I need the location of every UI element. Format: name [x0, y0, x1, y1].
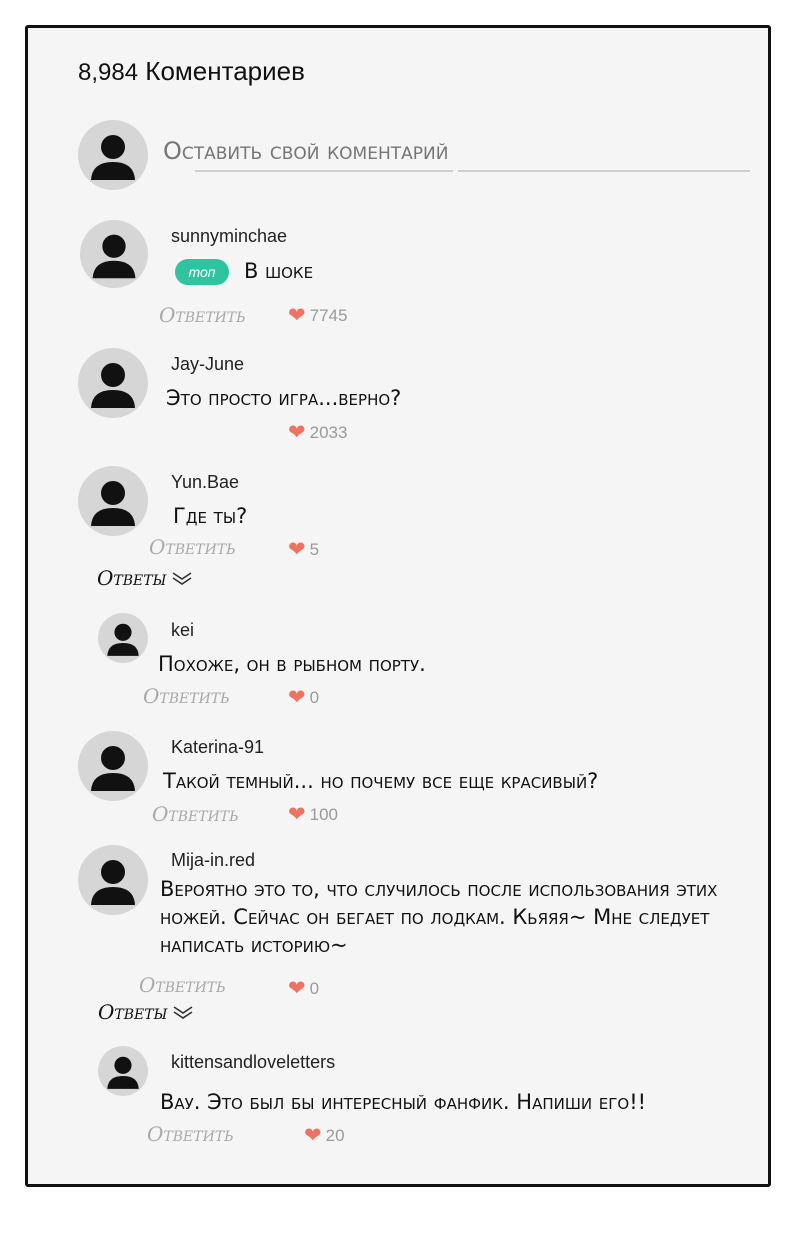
- heart-icon: ❤: [304, 1124, 322, 1147]
- top-badge: топ: [175, 259, 229, 285]
- heart-icon: ❤: [288, 421, 306, 444]
- comments-title: Коментариев: [145, 56, 305, 86]
- like-button[interactable]: ❤ 5: [288, 539, 319, 560]
- comment-username[interactable]: Yun.Bae: [171, 472, 239, 493]
- comment-input-underline: [458, 170, 750, 172]
- reply-username[interactable]: kei: [171, 620, 194, 641]
- double-chevron-down-icon: [172, 572, 192, 585]
- like-count: 100: [309, 804, 338, 824]
- comment-username[interactable]: Mija-in.red: [171, 850, 255, 871]
- avatar[interactable]: [78, 348, 148, 418]
- heart-icon: ❤: [288, 538, 306, 561]
- double-chevron-down-icon: [173, 1006, 193, 1019]
- heart-icon: ❤: [288, 803, 306, 826]
- comment-input[interactable]: [163, 131, 753, 171]
- comments-count-title: 8,984 Коментариев: [78, 56, 305, 87]
- like-button[interactable]: ❤ 0: [288, 687, 319, 708]
- avatar[interactable]: [80, 220, 148, 288]
- reply-button[interactable]: Ответить: [143, 684, 230, 708]
- comment-text: Где ты?: [173, 504, 248, 528]
- like-count: 2033: [309, 422, 348, 442]
- replies-label: Ответы: [98, 1000, 168, 1024]
- avatar[interactable]: [98, 613, 148, 663]
- replies-toggle[interactable]: Ответы: [98, 1000, 195, 1024]
- reply-button[interactable]: Ответить: [152, 802, 239, 826]
- heart-icon: ❤: [288, 977, 306, 1000]
- like-count: 7745: [309, 305, 348, 325]
- reply-button[interactable]: Ответить: [149, 535, 236, 559]
- heart-icon: ❤: [288, 304, 306, 327]
- comment-text: Такой темный... но почему все еще красив…: [163, 769, 599, 793]
- comment-username[interactable]: Jay-June: [171, 354, 244, 375]
- reply-username[interactable]: kittensandloveletters: [171, 1052, 335, 1073]
- replies-toggle[interactable]: Ответы: [97, 566, 194, 590]
- like-button[interactable]: ❤ 0: [288, 978, 319, 999]
- comment-input-underline: [195, 170, 453, 172]
- avatar[interactable]: [98, 1046, 148, 1096]
- comment-text: Вероятно это то, что случилось после исп…: [160, 877, 718, 957]
- current-user-avatar: [78, 120, 148, 190]
- reply-button[interactable]: Ответить: [139, 973, 226, 997]
- like-count: 0: [309, 978, 320, 998]
- avatar[interactable]: [78, 731, 148, 801]
- avatar[interactable]: [78, 466, 148, 536]
- like-count: 0: [309, 687, 320, 707]
- like-count: 5: [309, 539, 320, 559]
- reply-text: Вау. Это был бы интересный фанфик. Напиш…: [160, 1090, 647, 1114]
- like-count: 20: [325, 1125, 345, 1145]
- reply-button[interactable]: Ответить: [147, 1122, 234, 1146]
- like-button[interactable]: ❤ 20: [304, 1125, 345, 1146]
- reply-button[interactable]: Ответить: [159, 303, 246, 327]
- comment-text: Это просто игра...верно?: [166, 386, 402, 410]
- heart-icon: ❤: [288, 686, 306, 709]
- comment-text: В шоке: [244, 259, 314, 283]
- comment-username[interactable]: Katerina-91: [171, 737, 264, 758]
- like-button[interactable]: ❤ 2033: [288, 422, 347, 443]
- reply-text: Похоже, он в рыбном порту.: [158, 652, 426, 676]
- comment-username[interactable]: sunnyminchae: [171, 226, 287, 247]
- like-button[interactable]: ❤ 100: [288, 804, 338, 825]
- comments-count: 8,984: [78, 59, 139, 86]
- avatar[interactable]: [78, 845, 148, 915]
- like-button[interactable]: ❤ 7745: [288, 305, 347, 326]
- replies-label: Ответы: [97, 566, 167, 590]
- comments-panel: 8,984 Коментариев sunnyminchae топ В шок…: [25, 25, 771, 1187]
